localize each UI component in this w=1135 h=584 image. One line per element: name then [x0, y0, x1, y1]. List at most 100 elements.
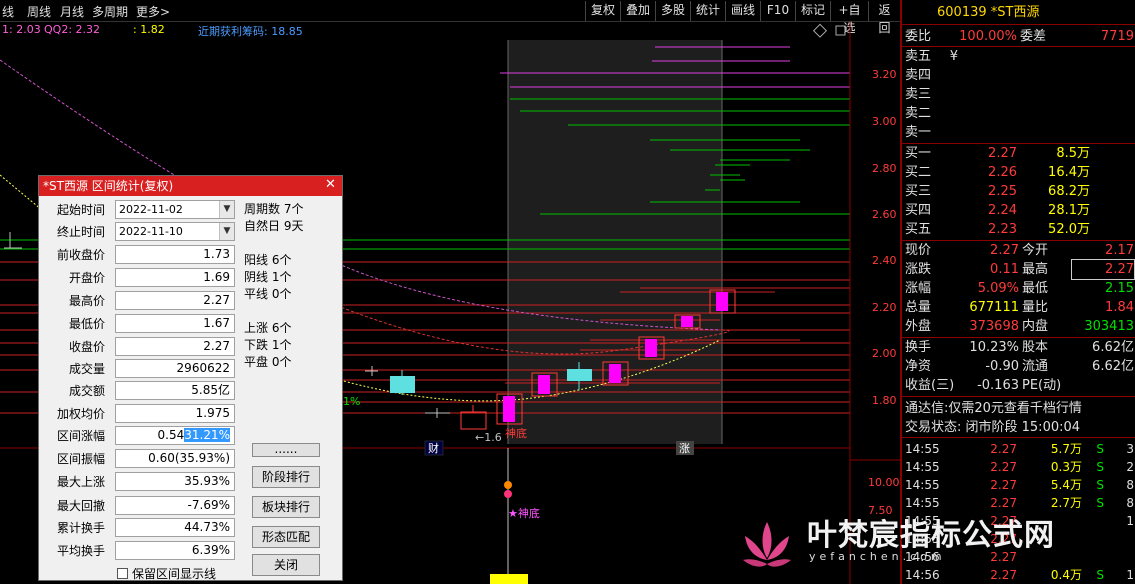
- field-value[interactable]: 44.73%: [115, 518, 235, 537]
- field-label: 累计换手: [56, 521, 105, 535]
- stat2-row: 收益(三) -0.163 PE(动): [905, 378, 1062, 393]
- dialog-title: *ST西源 区间统计(复权): [43, 179, 174, 193]
- sell-4-row[interactable]: 卖四: [902, 66, 1135, 85]
- stat-yang: 阳线 6个: [244, 253, 292, 267]
- field-value[interactable]: 1.69: [115, 268, 235, 287]
- square-icon[interactable]: [835, 25, 846, 36]
- close-button[interactable]: 关闭: [252, 554, 320, 576]
- sector-rank-button[interactable]: 板块排行: [252, 496, 320, 518]
- cai-marker: 财: [428, 441, 439, 455]
- field-label: 成交量: [68, 362, 105, 376]
- add-watchlist-button[interactable]: +自选: [830, 1, 868, 35]
- range-stats-dialog: *ST西源 区间统计(复权) ✕ 起始时间 2022-11-02 ▼ 终止时间 2…: [38, 175, 343, 581]
- period-more[interactable]: 更多>: [136, 3, 170, 20]
- field-value[interactable]: 35.93%: [115, 472, 235, 491]
- trade-status-row: 交易状态: 闭市阶段 15:00:04: [905, 420, 1081, 435]
- notice-row[interactable]: 通达信:仅需20元查看千档行情: [902, 399, 1135, 418]
- field-value[interactable]: 1.67: [115, 314, 235, 333]
- period-week[interactable]: 周线: [27, 3, 51, 20]
- stat-row: 外盘 373698 内盘 303413: [905, 319, 1134, 334]
- price-label: 3.00: [872, 115, 897, 128]
- stat-row: 总量 677111 量比 1.84: [905, 300, 1134, 315]
- buy-4-row[interactable]: 买四 2.24 28.1万: [902, 201, 1135, 220]
- pattern-match-button[interactable]: 形态匹配: [252, 526, 320, 548]
- mark-button[interactable]: 标记: [795, 1, 830, 21]
- signal-icon: [504, 481, 512, 489]
- buy-3-row[interactable]: 买三 2.25 68.2万: [902, 182, 1135, 201]
- price-label: 2.20: [872, 301, 897, 314]
- field-label: 区间振幅: [56, 452, 105, 466]
- checkbox-icon[interactable]: [117, 568, 128, 579]
- field-label: 最大回撤: [56, 499, 105, 513]
- start-time-label: 起始时间: [56, 203, 105, 217]
- stat-periods: 周期数 7个: [244, 202, 304, 216]
- start-date-picker[interactable]: 2022-11-02 ▼: [115, 200, 235, 219]
- buy-1-row[interactable]: 买一 2.27 8.5万: [902, 144, 1135, 163]
- sell-3-row[interactable]: 卖三: [902, 85, 1135, 104]
- end-time-label: 终止时间: [56, 225, 105, 239]
- field-value[interactable]: 2.27: [115, 337, 235, 356]
- field-value[interactable]: 6.39%: [115, 541, 235, 560]
- quote-panel: 600139 *ST西源 委比 100.00% 委差 7719 卖五 ¥ 卖四 卖…: [900, 0, 1135, 584]
- field-label: 最低价: [68, 317, 105, 331]
- buy-5-row[interactable]: 买五 2.23 52.0万: [902, 220, 1135, 239]
- stat2-row: 换手 10.23% 股本 6.62亿: [905, 340, 1134, 355]
- field-label: 最大上涨: [56, 475, 105, 489]
- sell-1-row[interactable]: 卖一: [902, 123, 1135, 142]
- field-value[interactable]: 0.60(35.93%): [115, 449, 235, 468]
- sell-2-row[interactable]: 卖二: [902, 104, 1135, 123]
- dialog-titlebar[interactable]: *ST西源 区间统计(复权) ✕: [39, 176, 342, 196]
- draw-line-button[interactable]: 画线: [725, 1, 760, 21]
- field-value[interactable]: 2.27: [115, 291, 235, 310]
- stat2-row: 净资 -0.90 流通 6.62亿: [905, 359, 1134, 374]
- signal-icon: [504, 490, 512, 498]
- period-month[interactable]: 月线: [60, 3, 84, 20]
- field-value[interactable]: -7.69%: [115, 496, 235, 515]
- shendi-star-label: ★神底: [508, 506, 540, 520]
- chevron-down-icon[interactable]: ▼: [219, 223, 234, 240]
- period-multi[interactable]: 多周期: [92, 3, 128, 20]
- multi-stock-button[interactable]: 多股: [655, 1, 690, 21]
- back-button[interactable]: 返回: [868, 1, 900, 35]
- field-value[interactable]: 1.975: [115, 404, 235, 423]
- weibi-row: 委比 100.00% 委差 7719: [905, 29, 1134, 44]
- stock-title: 600139 *ST西源: [902, 0, 1135, 25]
- tick-row: 14:55 2.27 5.4万 S 8: [905, 478, 1134, 492]
- watermark: 叶梵宸指标公式网 yefanchen.com: [735, 508, 1125, 584]
- chevron-down-icon[interactable]: ▼: [219, 201, 234, 218]
- watermark-text: 叶梵宸指标公式网: [807, 518, 1055, 553]
- stage-rank-button[interactable]: 阶段排行: [252, 466, 320, 488]
- period-day[interactable]: 线: [2, 3, 14, 20]
- stat-row: 现价 2.27 今开 2.17: [905, 243, 1134, 258]
- keep-range-line-checkbox[interactable]: 保留区间显示线: [117, 565, 216, 582]
- field-value[interactable]: 5.85亿: [115, 381, 235, 400]
- field-label: 最高价: [68, 294, 105, 308]
- price-label: 2.40: [872, 254, 897, 267]
- end-date-picker[interactable]: 2022-11-10 ▼: [115, 222, 235, 241]
- stat-row: 涨跌 0.11 最高 2.27: [905, 259, 1135, 280]
- statistics-button[interactable]: 统计: [690, 1, 725, 21]
- low-marker-label: ←1.6: [475, 431, 502, 444]
- stat-row: 涨幅 5.09% 最低 2.15: [905, 281, 1134, 296]
- sell-5-row[interactable]: 卖五 ¥: [902, 47, 1135, 66]
- fuquan-button[interactable]: 复权: [585, 1, 620, 21]
- stat-down: 下跌 1个: [244, 338, 292, 352]
- overlay-button[interactable]: 叠加: [620, 1, 655, 21]
- field-label: 前收盘价: [56, 248, 105, 262]
- buy-2-row[interactable]: 买二 2.26 16.4万: [902, 163, 1135, 182]
- price-label: 2.80: [872, 162, 897, 175]
- range-change-value[interactable]: 0.5431.21%: [115, 426, 235, 445]
- field-value[interactable]: 2960622: [115, 359, 235, 378]
- keep-range-line-label: 保留区间显示线: [132, 567, 217, 581]
- diamond-icon[interactable]: [812, 23, 828, 38]
- more-button[interactable]: ......: [252, 443, 320, 457]
- vol-label: 10.00: [868, 476, 900, 489]
- price-label: 3.20: [872, 68, 897, 81]
- field-label: 平均换手: [56, 544, 105, 558]
- tick-row: 14:55 2.27 0.3万 S 2: [905, 460, 1134, 474]
- field-value[interactable]: 1.73: [115, 245, 235, 264]
- lotus-logo-icon: [743, 522, 791, 567]
- close-icon[interactable]: ✕: [323, 178, 338, 193]
- f10-button[interactable]: F10: [760, 1, 795, 21]
- watermark-url: yefanchen.com: [809, 550, 946, 563]
